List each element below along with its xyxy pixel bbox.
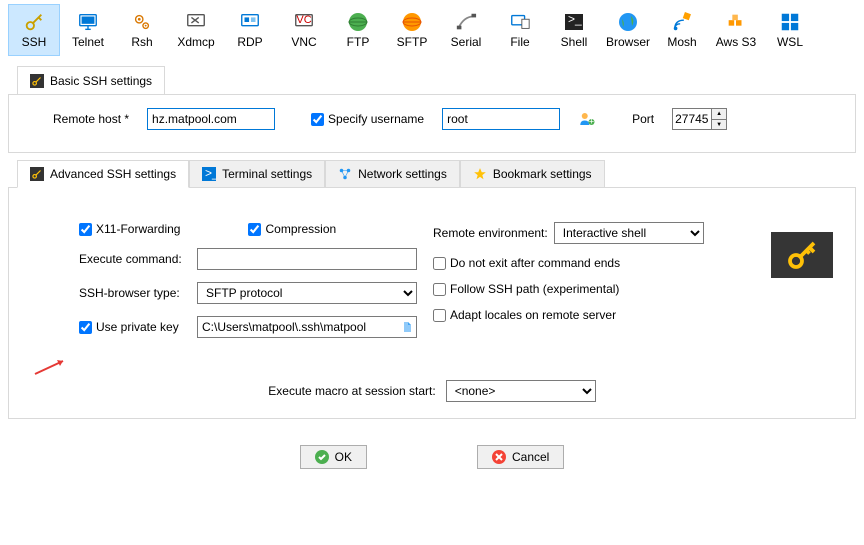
port-up[interactable]: ▲ (712, 109, 726, 119)
x11-checkbox[interactable] (79, 223, 92, 236)
tool-mosh[interactable]: Mosh (656, 4, 708, 56)
tool-awss3[interactable]: Aws S3 (710, 4, 762, 56)
rdp-monitor-icon (239, 11, 261, 33)
serial-cable-icon (455, 11, 477, 33)
svg-text:>_: >_ (568, 12, 582, 26)
tool-ssh[interactable]: SSH (8, 4, 60, 56)
ok-check-icon (315, 450, 329, 464)
vnc-monitor-icon: VC (293, 11, 315, 33)
tool-serial[interactable]: Serial (440, 4, 492, 56)
tool-browser[interactable]: Browser (602, 4, 654, 56)
network-icon (338, 167, 352, 181)
star-icon (473, 167, 487, 181)
private-key-label: Use private key (96, 320, 179, 334)
cancel-x-icon (492, 450, 506, 464)
dialog-footer: OK Cancel (0, 427, 864, 481)
remote-env-label: Remote environment: (433, 226, 548, 240)
follow-ssh-label: Follow SSH path (experimental) (450, 282, 619, 296)
compression-checkbox[interactable] (248, 223, 261, 236)
adapt-locales-checkbox[interactable] (433, 309, 446, 322)
tab-bookmark[interactable]: Bookmark settings (460, 160, 605, 188)
red-arrow-annotation (33, 358, 71, 376)
advanced-panel: Advanced SSH settings >_ Terminal settin… (8, 187, 856, 419)
globe-orange-icon (401, 11, 423, 33)
x11-label: X11-Forwarding (96, 222, 180, 236)
username-input[interactable] (442, 108, 560, 130)
private-key-checkbox[interactable] (79, 321, 92, 334)
gears-icon (131, 11, 153, 33)
compression-label: Compression (265, 222, 336, 236)
macro-select[interactable]: <none> (446, 380, 596, 402)
port-spinner[interactable]: ▲▼ (672, 108, 727, 130)
browser-type-label: SSH-browser type: (79, 286, 191, 300)
tool-xdmcp[interactable]: Xdmcp (170, 4, 222, 56)
exec-cmd-input[interactable] (197, 248, 417, 270)
remote-host-input[interactable] (147, 108, 275, 130)
terminal-icon: >_ (563, 11, 585, 33)
no-exit-checkbox[interactable] (433, 257, 446, 270)
tool-file[interactable]: File (494, 4, 546, 56)
remote-host-label: Remote host * (53, 112, 129, 126)
tool-wsl[interactable]: WSL (764, 4, 816, 56)
terminal-icon: >_ (202, 167, 216, 181)
tool-rdp[interactable]: RDP (224, 4, 276, 56)
cancel-button[interactable]: Cancel (477, 445, 564, 469)
adapt-locales-label: Adapt locales on remote server (450, 308, 616, 322)
key-icon (23, 11, 45, 33)
svg-text:+: + (589, 116, 594, 126)
svg-text:>_: >_ (205, 167, 216, 180)
port-label: Port (632, 112, 654, 126)
ok-button[interactable]: OK (300, 445, 367, 469)
tool-telnet[interactable]: Telnet (62, 4, 114, 56)
no-exit-label: Do not exit after command ends (450, 256, 620, 270)
svg-text:VC: VC (296, 14, 311, 26)
globe-green-icon (347, 11, 369, 33)
tab-advanced-ssh[interactable]: Advanced SSH settings (17, 160, 189, 188)
tool-ftp[interactable]: FTP (332, 4, 384, 56)
port-down[interactable]: ▼ (712, 119, 726, 129)
macro-label: Execute macro at session start: (268, 384, 435, 398)
windows-icon (779, 11, 801, 33)
private-key-path-input[interactable] (198, 317, 398, 337)
user-picker-icon[interactable]: + (578, 110, 596, 128)
tool-shell[interactable]: >_ Shell (548, 4, 600, 56)
remote-env-select[interactable]: Interactive shell (554, 222, 704, 244)
private-key-path-field[interactable] (197, 316, 417, 338)
exec-cmd-label: Execute command: (79, 252, 191, 266)
session-type-toolbar: SSH Telnet Rsh Xdmcp RDP VC VNC FTP SFTP… (0, 0, 864, 60)
tool-sftp[interactable]: SFTP (386, 4, 438, 56)
key-icon (30, 74, 44, 88)
tab-terminal[interactable]: >_ Terminal settings (189, 160, 325, 188)
key-badge-icon (771, 232, 833, 278)
port-input[interactable] (673, 109, 711, 129)
follow-ssh-checkbox[interactable] (433, 283, 446, 296)
specify-username-checkbox[interactable] (311, 113, 324, 126)
satellite-icon (671, 11, 693, 33)
specify-username-label: Specify username (328, 112, 424, 126)
aws-cubes-icon (725, 11, 747, 33)
monitor-icon (77, 11, 99, 33)
tab-network[interactable]: Network settings (325, 160, 460, 188)
tool-vnc[interactable]: VC VNC (278, 4, 330, 56)
file-computer-icon (509, 11, 531, 33)
browse-file-icon[interactable] (398, 320, 416, 334)
globe-blue-icon (617, 11, 639, 33)
basic-ssh-panel: Basic SSH settings Remote host * Specify… (8, 94, 856, 153)
x-monitor-icon (185, 11, 207, 33)
browser-type-select[interactable]: SFTP protocol (197, 282, 417, 304)
key-icon (30, 167, 44, 181)
basic-ssh-tab[interactable]: Basic SSH settings (17, 66, 165, 94)
tool-rsh[interactable]: Rsh (116, 4, 168, 56)
